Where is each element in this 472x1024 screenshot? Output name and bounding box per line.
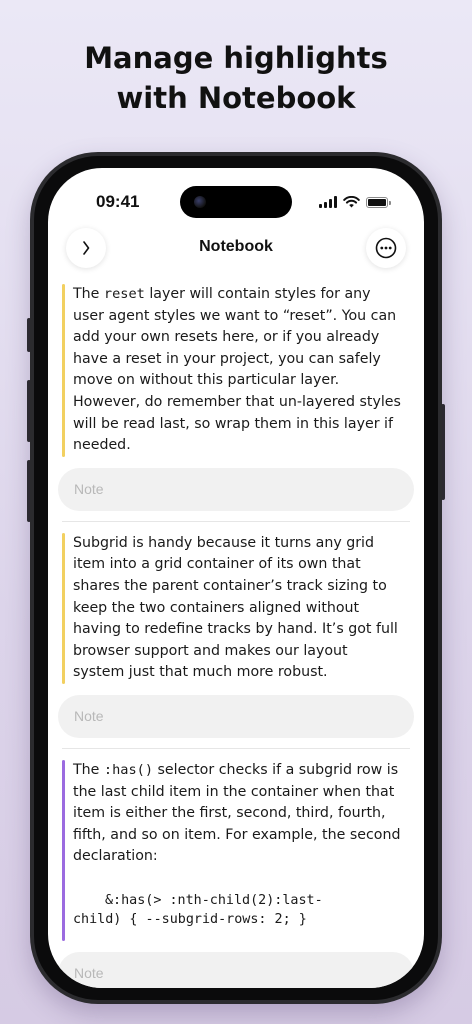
note-input[interactable]: Note xyxy=(58,694,414,738)
note-input[interactable]: Note xyxy=(58,951,414,988)
phone-screen: 09:41 Notebook The reset layer will cont… xyxy=(48,168,424,988)
highlight-entry: Subgrid is handy because it turns any gr… xyxy=(48,532,424,760)
dynamic-island xyxy=(180,186,292,218)
highlights-list: The reset layer will contain styles for … xyxy=(48,284,424,988)
quote-text: Subgrid is handy because it turns any gr… xyxy=(73,534,398,681)
status-icons xyxy=(319,194,391,208)
code-line: child) { --subgrid-rows: 2; } xyxy=(73,911,307,927)
cellular-signal-icon xyxy=(319,196,337,208)
code-block: &:has(> :nth-child(2):last- child) { --s… xyxy=(73,891,403,941)
code-line: &:has(> :nth-child(2):last- xyxy=(105,892,323,908)
highlight-quote[interactable]: Subgrid is handy because it turns any gr… xyxy=(62,532,403,684)
battery-icon xyxy=(366,197,391,208)
quote-text: The xyxy=(73,761,104,778)
highlight-entry: The reset layer will contain styles for … xyxy=(48,284,424,533)
inline-code: reset xyxy=(103,286,145,302)
quote-text: The xyxy=(73,286,104,302)
headline-line-1: Manage highlights xyxy=(84,41,388,75)
navigation-bar: Notebook xyxy=(48,228,424,268)
front-camera-icon xyxy=(194,196,206,208)
note-input[interactable]: Note xyxy=(58,467,414,511)
ellipsis-circle-icon xyxy=(375,237,397,259)
highlight-color-bar xyxy=(62,759,65,941)
highlight-entry: The :has() selector checks if a subgrid … xyxy=(48,759,424,988)
wifi-icon xyxy=(343,196,360,208)
quote-text: layer will contain styles for any user a… xyxy=(73,286,401,454)
inline-code: :has() xyxy=(103,761,154,778)
more-options-button[interactable] xyxy=(366,228,406,268)
headline-line-2: with Notebook xyxy=(116,81,356,115)
promo-headline: Manage highlights with Notebook xyxy=(0,38,472,118)
highlight-color-bar xyxy=(62,532,65,684)
status-time: 09:41 xyxy=(96,192,140,211)
highlight-quote[interactable]: The reset layer will contain styles for … xyxy=(62,284,403,457)
highlight-quote[interactable]: The :has() selector checks if a subgrid … xyxy=(62,759,403,941)
highlight-color-bar xyxy=(62,284,65,457)
